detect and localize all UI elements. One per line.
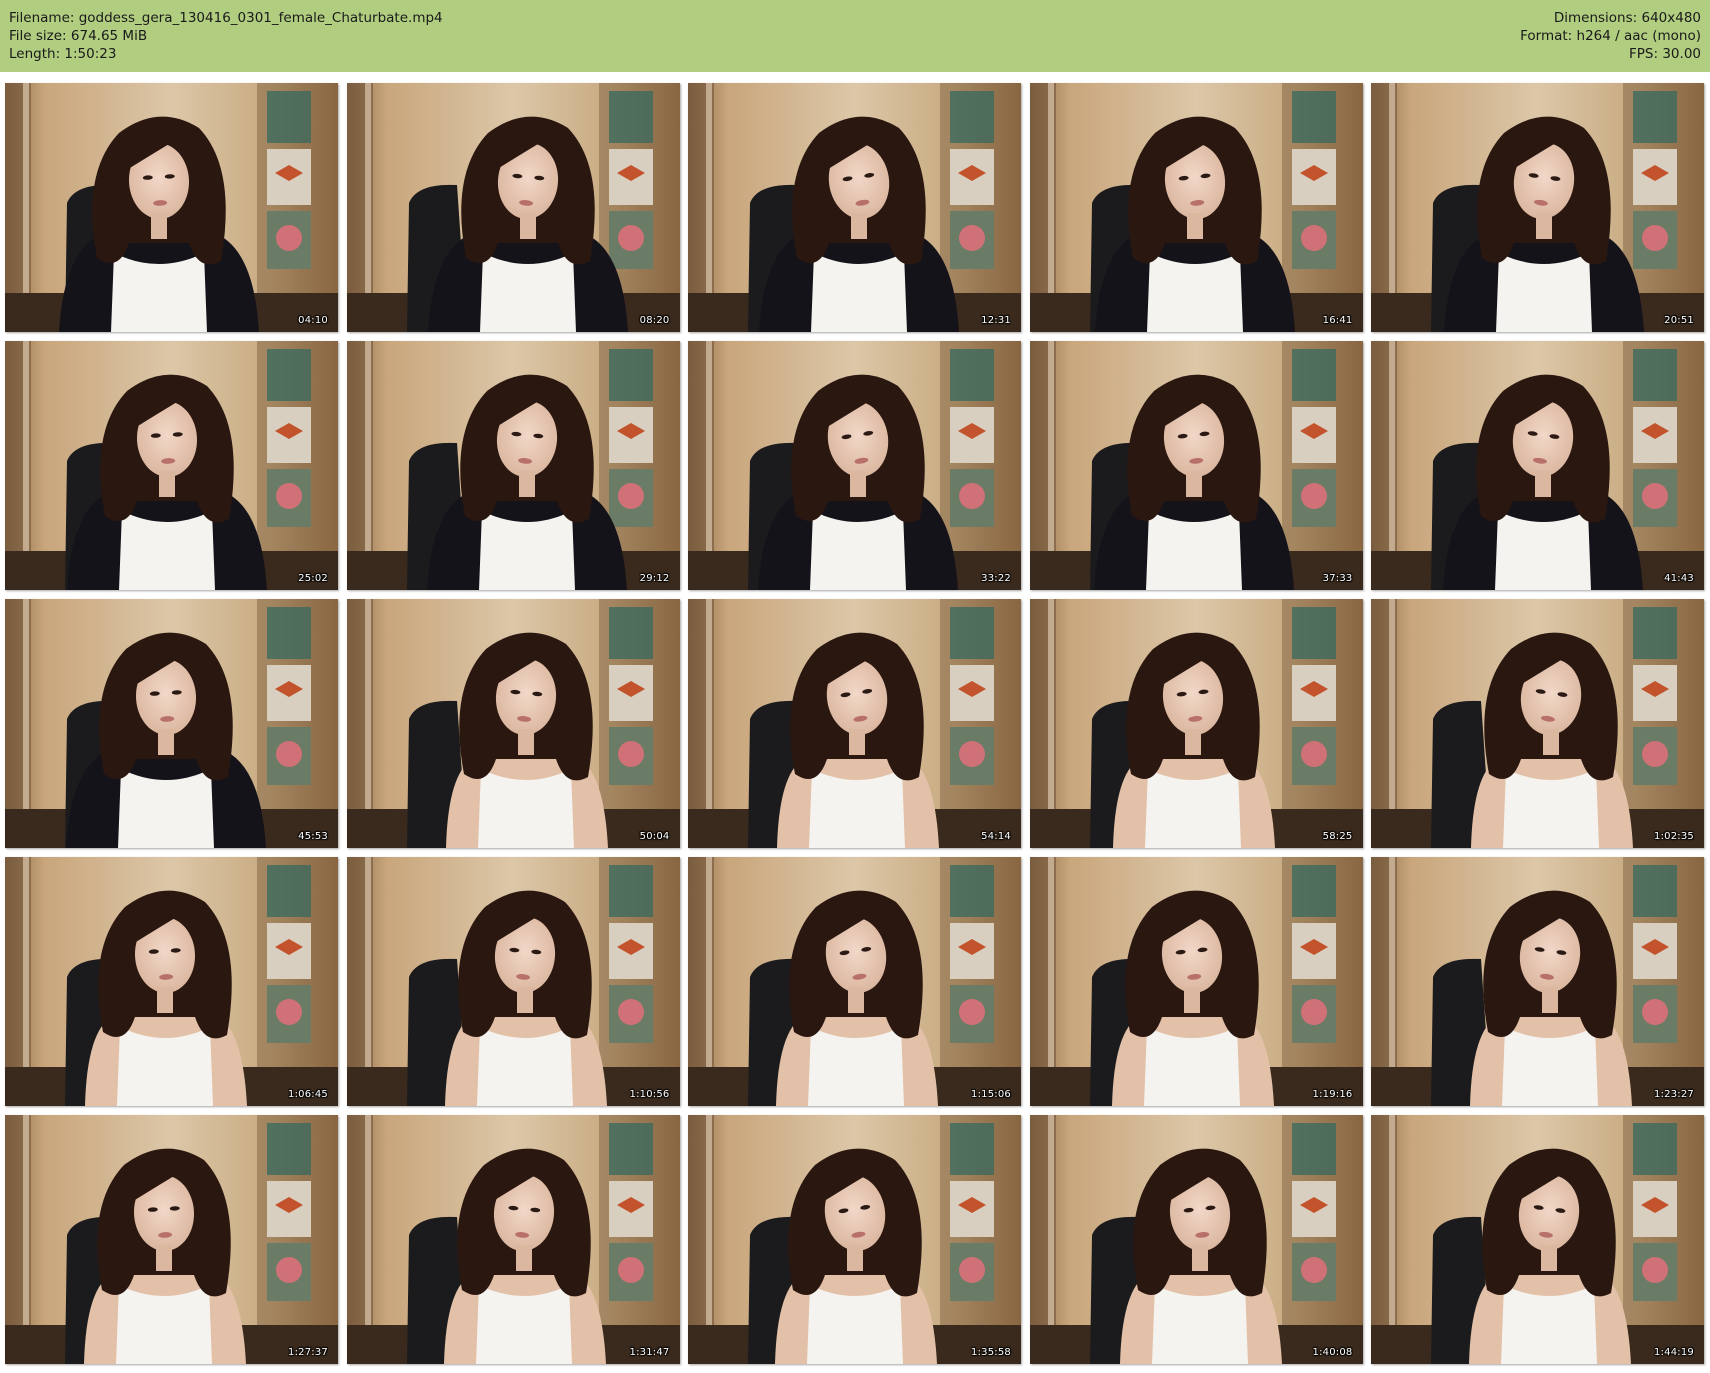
- frame-image: [1371, 857, 1704, 1106]
- frame-image: [346, 599, 680, 848]
- video-frame-thumbnail: 45:53: [5, 599, 338, 848]
- frame-image: [688, 83, 1021, 332]
- frame-timestamp: 1:10:56: [629, 1089, 670, 1100]
- frame-image: [5, 83, 338, 332]
- frame-timestamp: 33:22: [981, 573, 1011, 584]
- frame-image: [1029, 599, 1363, 848]
- frame-image: [5, 341, 338, 590]
- frame-timestamp: 1:02:35: [1654, 831, 1694, 842]
- frame-timestamp: 1:44:19: [1654, 1347, 1694, 1358]
- frame-image: [346, 1115, 680, 1364]
- frame-timestamp: 25:02: [298, 573, 328, 584]
- length-text: Length: 1:50:23: [9, 46, 117, 62]
- frame-image: [688, 599, 1021, 848]
- video-frame-thumbnail: 33:22: [688, 341, 1021, 590]
- video-frame-thumbnail: 1:27:37: [5, 1115, 338, 1364]
- video-frame-thumbnail: 04:10: [5, 83, 338, 332]
- frame-image: [1371, 1115, 1704, 1364]
- frame-image: [1029, 341, 1363, 590]
- frame-timestamp: 16:41: [1322, 315, 1353, 326]
- frame-image: [5, 599, 338, 848]
- frame-image: [346, 341, 680, 590]
- frame-image: [1371, 599, 1704, 848]
- video-frame-thumbnail: 41:43: [1371, 341, 1704, 590]
- video-frame-thumbnail: 37:33: [1029, 341, 1363, 590]
- video-frame-thumbnail: 1:23:27: [1371, 857, 1704, 1106]
- frame-image: [1371, 83, 1704, 332]
- dimensions-text: Dimensions: 640x480: [1553, 10, 1701, 26]
- video-frame-thumbnail: 1:06:45: [5, 857, 338, 1106]
- frame-timestamp: 1:06:45: [288, 1089, 328, 1100]
- video-frame-thumbnail: 1:15:06: [688, 857, 1021, 1106]
- file-size-text: File size: 674.65 MiB: [9, 28, 148, 44]
- frame-timestamp: 1:23:27: [1654, 1089, 1694, 1100]
- frame-timestamp: 41:43: [1664, 573, 1694, 584]
- frame-timestamp: 1:31:47: [629, 1347, 670, 1358]
- frame-timestamp: 29:12: [639, 573, 670, 584]
- format-text: Format: h264 / aac (mono): [1520, 28, 1701, 44]
- video-frame-thumbnail: 1:19:16: [1029, 857, 1363, 1106]
- frame-image: [5, 857, 338, 1106]
- frame-image: [346, 83, 680, 332]
- frame-image: [346, 857, 680, 1106]
- frame-timestamp: 1:35:58: [971, 1347, 1011, 1358]
- frame-image: [1029, 1115, 1363, 1364]
- frame-timestamp: 1:40:08: [1312, 1347, 1353, 1358]
- frame-timestamp: 37:33: [1322, 573, 1353, 584]
- video-frame-thumbnail: 1:02:35: [1371, 599, 1704, 848]
- frame-image: [1029, 857, 1363, 1106]
- video-frame-thumbnail: 54:14: [688, 599, 1021, 848]
- filename-text: Filename: goddess_gera_130416_0301_femal…: [9, 10, 443, 26]
- video-frame-thumbnail: 25:02: [5, 341, 338, 590]
- frame-timestamp: 54:14: [981, 831, 1011, 842]
- video-frame-thumbnail: 08:20: [346, 83, 680, 332]
- frame-image: [1029, 83, 1363, 332]
- video-frame-thumbnail: 29:12: [346, 341, 680, 590]
- thumbnail-grid: 04:10 08:20 12:31 16:41 20:51 25:02 29:1…: [5, 83, 1705, 1367]
- video-frame-thumbnail: 1:10:56: [346, 857, 680, 1106]
- frame-image: [1371, 341, 1704, 590]
- video-frame-thumbnail: 50:04: [346, 599, 680, 848]
- frame-timestamp: 50:04: [639, 831, 670, 842]
- frame-image: [688, 341, 1021, 590]
- frame-image: [688, 857, 1021, 1106]
- fps-text: FPS: 30.00: [1629, 46, 1701, 62]
- frame-timestamp: 1:19:16: [1312, 1089, 1353, 1100]
- frame-timestamp: 08:20: [639, 315, 670, 326]
- file-info-header: Filename: goddess_gera_130416_0301_femal…: [0, 0, 1710, 72]
- frame-timestamp: 20:51: [1664, 315, 1694, 326]
- video-frame-thumbnail: 1:44:19: [1371, 1115, 1704, 1364]
- video-frame-thumbnail: 58:25: [1029, 599, 1363, 848]
- video-frame-thumbnail: 1:40:08: [1029, 1115, 1363, 1364]
- file-info-right: Dimensions: 640x480 Format: h264 / aac (…: [1520, 9, 1701, 72]
- video-frame-thumbnail: 1:35:58: [688, 1115, 1021, 1364]
- file-info-left: Filename: goddess_gera_130416_0301_femal…: [9, 9, 443, 72]
- video-frame-thumbnail: 12:31: [688, 83, 1021, 332]
- frame-timestamp: 58:25: [1322, 831, 1353, 842]
- video-frame-thumbnail: 1:31:47: [346, 1115, 680, 1364]
- video-frame-thumbnail: 20:51: [1371, 83, 1704, 332]
- frame-image: [5, 1115, 338, 1364]
- video-frame-thumbnail: 16:41: [1029, 83, 1363, 332]
- frame-timestamp: 1:27:37: [288, 1347, 328, 1358]
- frame-timestamp: 1:15:06: [971, 1089, 1011, 1100]
- frame-timestamp: 04:10: [298, 315, 328, 326]
- frame-timestamp: 45:53: [298, 831, 328, 842]
- frame-timestamp: 12:31: [981, 315, 1011, 326]
- frame-image: [688, 1115, 1021, 1364]
